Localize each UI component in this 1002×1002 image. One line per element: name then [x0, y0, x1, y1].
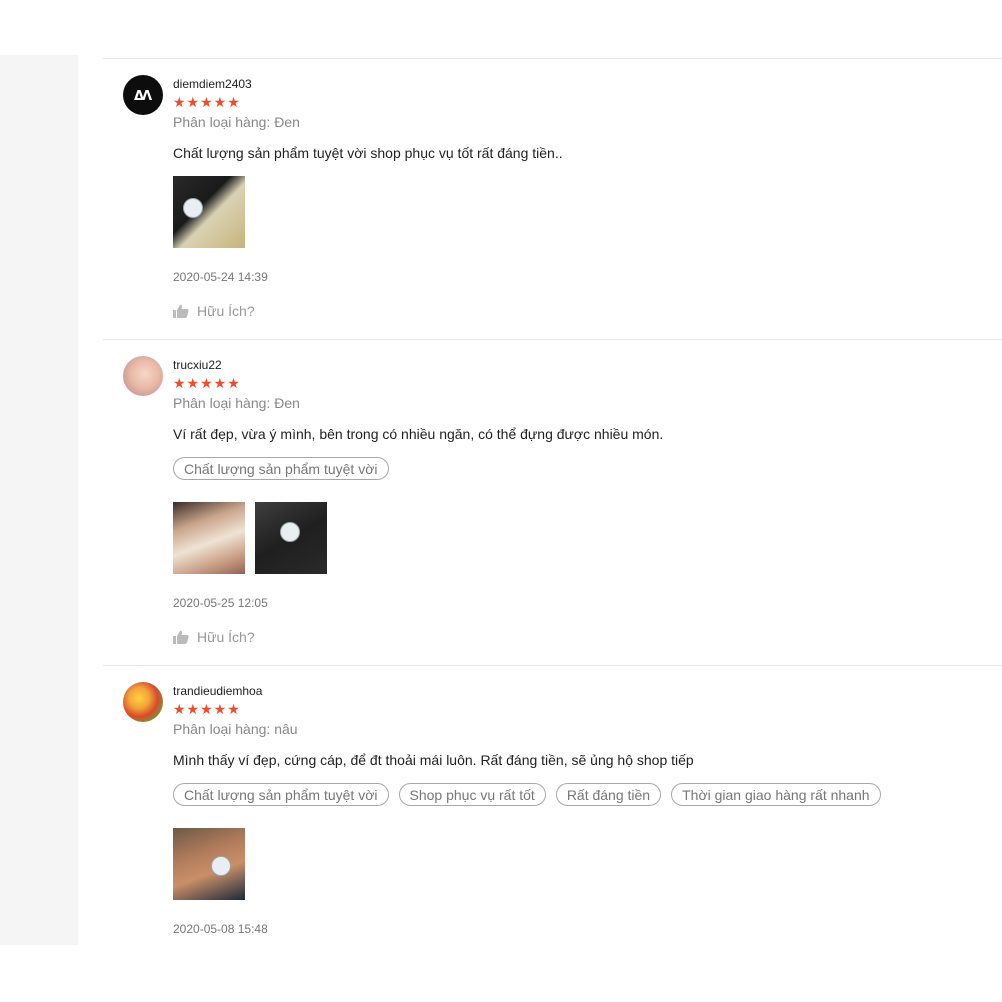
product-variation: Phân loại hàng: Đen — [173, 395, 300, 411]
logo-badge-icon — [280, 522, 300, 542]
review-comment: Mình thấy ví đẹp, cứng cáp, để đt thoải … — [173, 752, 694, 768]
product-variation: Phân loại hàng: nâu — [173, 721, 298, 737]
review-tag: Chất lượng sản phẩm tuyệt vời — [173, 783, 389, 806]
review-item: ΔΛ diemdiem2403 ★★★★★ Phân loại hàng: Đe… — [103, 58, 1002, 339]
logo-badge-icon — [211, 856, 231, 876]
review-photo[interactable] — [173, 176, 245, 248]
review-tag: Chất lượng sản phẩm tuyệt vời — [173, 457, 389, 480]
helpful-button[interactable]: Hữu Ích? — [173, 303, 255, 319]
left-panel — [0, 55, 78, 945]
username[interactable]: diemdiem2403 — [173, 77, 252, 91]
star-rating: ★★★★★ — [173, 701, 241, 717]
review-comment: Ví rất đẹp, vừa ý mình, bên trong có nhi… — [173, 426, 664, 442]
review-tag: Shop phục vụ rất tốt — [398, 783, 546, 806]
review-date: 2020-05-08 15:48 — [173, 922, 268, 936]
review-tags: Chất lượng sản phẩm tuyệt vời Shop phục … — [173, 783, 881, 806]
avatar[interactable] — [123, 356, 163, 396]
thumbs-up-icon — [173, 630, 189, 644]
logo-badge-icon — [183, 198, 203, 218]
helpful-label: Hữu Ích? — [197, 629, 255, 645]
review-item: trucxiu22 ★★★★★ Phân loại hàng: Đen Ví r… — [103, 339, 1002, 665]
avatar-initials-icon: ΔΛ — [134, 89, 152, 104]
helpful-label: Hữu Ích? — [197, 303, 255, 319]
username[interactable]: trucxiu22 — [173, 358, 222, 372]
star-rating: ★★★★★ — [173, 94, 241, 110]
avatar[interactable] — [123, 682, 163, 722]
review-comment: Chất lượng sản phẩm tuyệt vời shop phục … — [173, 145, 563, 161]
review-tags: Chất lượng sản phẩm tuyệt vời — [173, 457, 389, 480]
review-tag: Rất đáng tiền — [555, 783, 662, 806]
review-list: ΔΛ diemdiem2403 ★★★★★ Phân loại hàng: Đe… — [103, 58, 1002, 966]
review-photos — [173, 502, 327, 574]
review-photo[interactable] — [173, 828, 245, 900]
product-variation: Phân loại hàng: Đen — [173, 114, 300, 130]
review-date: 2020-05-25 12:05 — [173, 596, 268, 610]
review-photo[interactable] — [255, 502, 327, 574]
username[interactable]: trandieudiemhoa — [173, 684, 262, 698]
review-date: 2020-05-24 14:39 — [173, 270, 268, 284]
review-item: trandieudiemhoa ★★★★★ Phân loại hàng: nâ… — [103, 665, 1002, 966]
review-photos — [173, 828, 245, 900]
review-photos — [173, 176, 245, 248]
helpful-button[interactable]: Hữu Ích? — [173, 629, 255, 645]
avatar[interactable]: ΔΛ — [123, 75, 163, 115]
review-photo[interactable] — [173, 502, 245, 574]
star-rating: ★★★★★ — [173, 375, 241, 391]
thumbs-up-icon — [173, 304, 189, 318]
review-tag: Thời gian giao hàng rất nhanh — [671, 783, 881, 806]
